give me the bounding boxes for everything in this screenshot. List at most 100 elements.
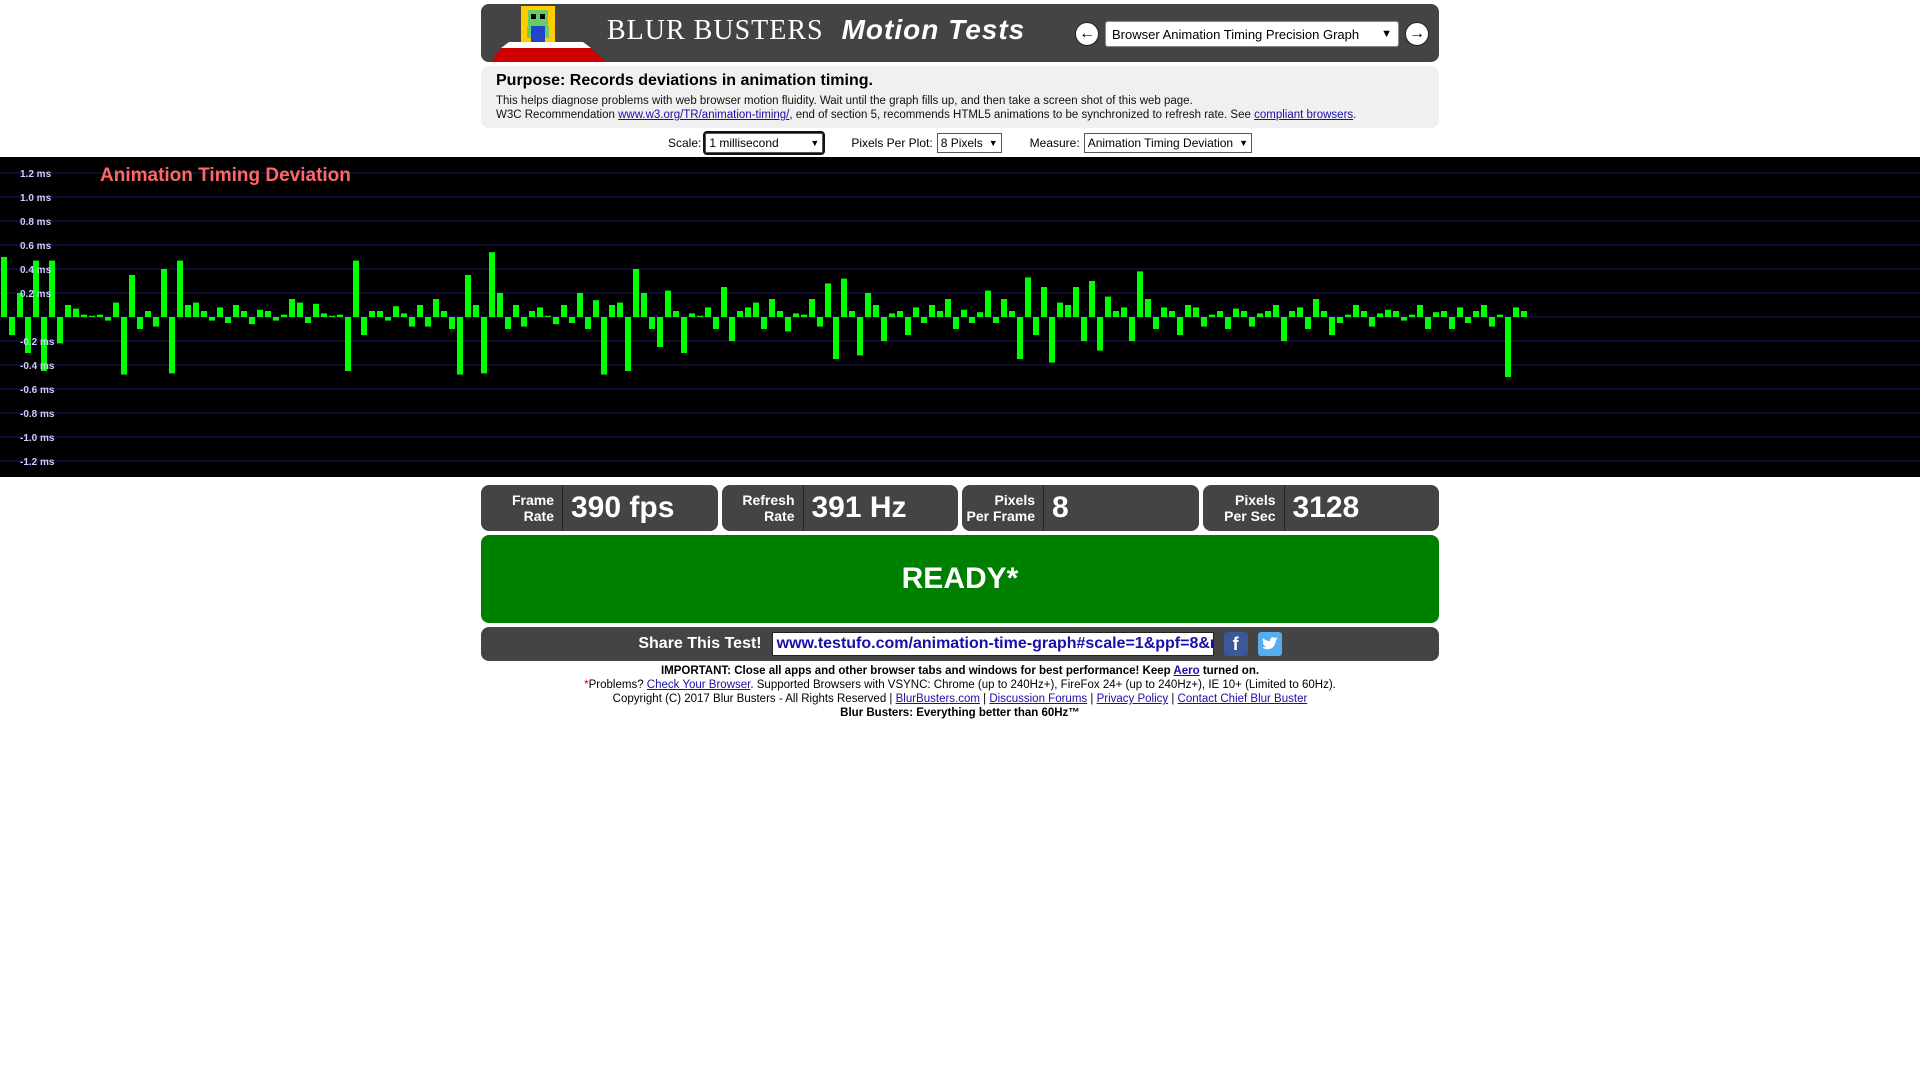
timing-bar bbox=[297, 302, 303, 317]
timing-bar bbox=[1441, 311, 1447, 317]
purpose-box: Purpose: Records deviations in animation… bbox=[481, 66, 1439, 128]
timing-bar bbox=[1233, 308, 1239, 317]
timing-bar bbox=[681, 317, 687, 353]
separator: | bbox=[1171, 693, 1175, 705]
timing-bar bbox=[1105, 296, 1111, 317]
test-navigation: ← Browser Animation Timing Precision Gra… bbox=[1075, 21, 1429, 47]
scale-label: Scale: bbox=[667, 136, 702, 150]
separator: | bbox=[983, 693, 987, 705]
contact-link[interactable]: Contact Chief Blur Buster bbox=[1178, 693, 1308, 705]
timing-bar bbox=[145, 311, 151, 317]
chart-title: Animation Timing Deviation bbox=[100, 165, 351, 186]
scale-select[interactable]: 1 millisecond ▼ bbox=[703, 131, 826, 155]
measure-label: Measure: bbox=[1029, 136, 1080, 150]
timing-bar bbox=[921, 317, 927, 323]
w3c-prefix: W3C Recommendation bbox=[496, 109, 615, 121]
y-tick-label: -0.8 ms bbox=[20, 409, 55, 420]
timing-bar bbox=[1001, 299, 1007, 317]
timing-bar bbox=[833, 317, 839, 359]
timing-bar bbox=[1249, 317, 1255, 327]
arrow-left-icon: ← bbox=[1079, 25, 1095, 42]
timing-bar bbox=[753, 302, 759, 317]
privacy-link[interactable]: Privacy Policy bbox=[1097, 693, 1169, 705]
timing-bar bbox=[1033, 317, 1039, 335]
aero-link[interactable]: Aero bbox=[1173, 665, 1199, 677]
y-tick-label: -0.2 ms bbox=[20, 337, 55, 348]
purpose-description: This helps diagnose problems with web br… bbox=[496, 95, 1193, 107]
problems-note: *Problems? Check Your Browser. Supported… bbox=[0, 678, 1920, 692]
timing-bar bbox=[1345, 314, 1351, 317]
y-tick-label: 0.8 ms bbox=[20, 217, 52, 228]
timing-bar bbox=[345, 317, 351, 371]
timing-bar bbox=[1369, 317, 1375, 327]
timing-bar bbox=[633, 269, 639, 317]
compliant-browsers-link[interactable]: compliant browsers bbox=[1254, 109, 1353, 121]
timing-bar bbox=[129, 275, 135, 317]
timing-bar bbox=[457, 317, 463, 375]
timing-bar bbox=[537, 307, 543, 317]
header-bar: BLUR BUSTERS Motion Tests ← Browser Anim… bbox=[481, 4, 1439, 62]
share-label: Share This Test! bbox=[638, 635, 762, 652]
stat-value: 390 fps bbox=[571, 491, 675, 524]
timing-bar bbox=[1201, 317, 1207, 327]
timing-bar bbox=[561, 305, 567, 317]
timing-bar bbox=[1097, 317, 1103, 351]
timing-bar bbox=[377, 311, 383, 317]
timing-bar bbox=[945, 299, 951, 317]
share-url-field[interactable]: www.testufo.com/animation-time-graph#sca… bbox=[771, 632, 1214, 656]
timing-bar bbox=[217, 307, 223, 317]
timing-bar bbox=[1313, 299, 1319, 317]
check-browser-link[interactable]: Check Your Browser bbox=[647, 679, 751, 691]
ppp-select[interactable]: 8 Pixels ▼ bbox=[936, 133, 1002, 153]
timing-bar bbox=[553, 317, 559, 325]
test-select[interactable]: Browser Animation Timing Precision Graph… bbox=[1105, 21, 1399, 47]
timing-bar bbox=[593, 300, 599, 317]
timing-bar bbox=[745, 307, 751, 317]
forums-link[interactable]: Discussion Forums bbox=[989, 693, 1087, 705]
timing-bar bbox=[977, 312, 983, 317]
timing-bar bbox=[1209, 314, 1215, 317]
timing-bar bbox=[1273, 305, 1279, 317]
timing-bar bbox=[729, 317, 735, 341]
test-select-value: Browser Animation Timing Precision Graph bbox=[1112, 26, 1360, 42]
timing-bar bbox=[305, 317, 311, 323]
important-suffix: turned on. bbox=[1202, 665, 1260, 677]
blurbusters-link[interactable]: BlurBusters.com bbox=[896, 693, 980, 705]
timing-bar bbox=[1409, 314, 1415, 317]
purpose-title: Purpose: Records deviations in animation… bbox=[496, 72, 873, 89]
timing-bar bbox=[1145, 299, 1151, 317]
measure-select[interactable]: Animation Timing Deviation ▼ bbox=[1083, 133, 1253, 153]
timing-bar bbox=[497, 293, 503, 317]
timing-bar bbox=[1113, 311, 1119, 317]
timing-bar bbox=[953, 317, 959, 329]
timing-bar bbox=[489, 252, 495, 317]
measure-control: Measure: Animation Timing Deviation ▼ bbox=[1029, 133, 1253, 153]
next-test-button[interactable]: → bbox=[1405, 22, 1429, 46]
timing-bar bbox=[321, 313, 327, 317]
w3c-link[interactable]: www.w3.org/TR/animation-timing/ bbox=[618, 109, 789, 121]
timing-bar bbox=[545, 315, 551, 317]
twitter-icon[interactable] bbox=[1257, 632, 1282, 656]
timing-bar bbox=[81, 314, 87, 317]
separator: | bbox=[1090, 693, 1094, 705]
timing-bar bbox=[673, 311, 679, 317]
twitter-bird-icon bbox=[1262, 637, 1278, 650]
previous-test-button[interactable]: ← bbox=[1075, 22, 1099, 46]
stat-label-line2: Rate bbox=[523, 508, 554, 524]
timing-bar bbox=[273, 317, 279, 321]
timing-bar bbox=[905, 317, 911, 335]
timing-bar bbox=[617, 302, 623, 317]
timing-bar bbox=[793, 313, 799, 317]
timing-bar bbox=[65, 305, 71, 317]
y-tick-label: -1.0 ms bbox=[20, 433, 55, 444]
timing-bar bbox=[1513, 307, 1519, 317]
copyright-line: Copyright (C) 2017 Blur Busters - All Ri… bbox=[0, 692, 1920, 706]
share-bar: Share This Test! www.testufo.com/animati… bbox=[481, 627, 1439, 661]
facebook-icon[interactable]: f bbox=[1223, 632, 1248, 656]
stat-label: Pixels Per Sec bbox=[1203, 485, 1285, 531]
timing-bar bbox=[521, 317, 527, 327]
timing-bar bbox=[361, 317, 367, 335]
chevron-down-icon: ▼ bbox=[810, 138, 820, 148]
stats-row: Frame Rate 390 fps Refresh Rate 391 Hz P… bbox=[481, 485, 1439, 531]
timing-bar bbox=[329, 315, 335, 317]
